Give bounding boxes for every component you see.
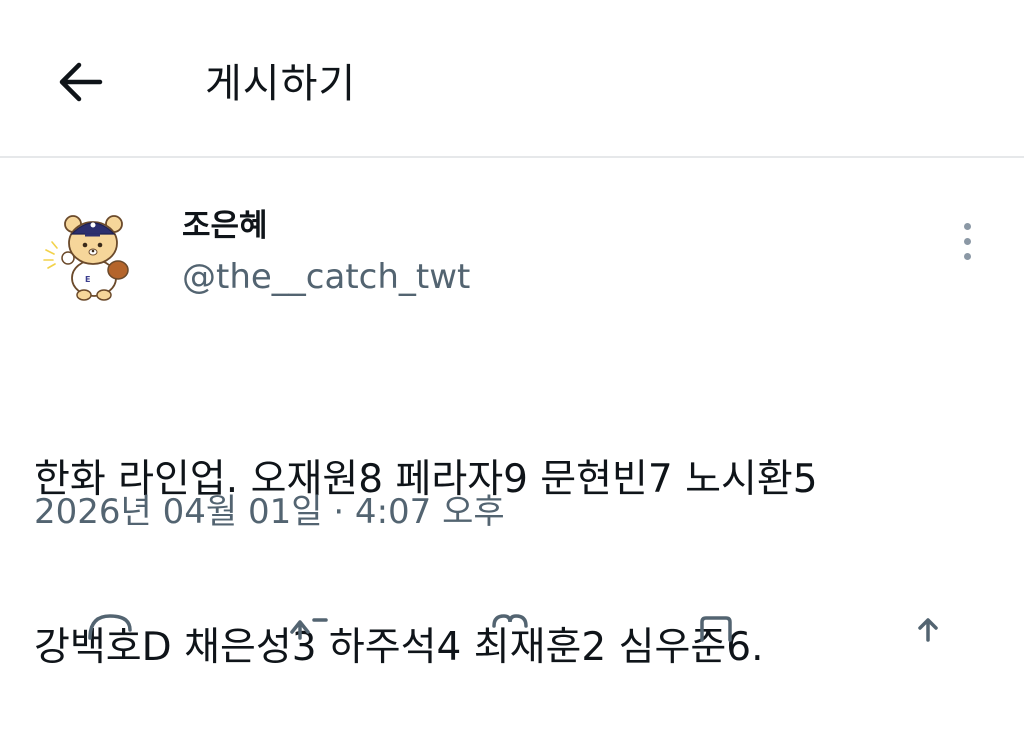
tweet-timestamp[interactable]: 2026년 04월 01일 · 4:07 오후: [34, 490, 505, 534]
retweet-icon: [290, 618, 328, 640]
share-button[interactable]: [900, 608, 960, 648]
author-name[interactable]: 조은혜: [182, 206, 268, 246]
more-dots-icon: [963, 222, 971, 230]
more-options-button[interactable]: [950, 216, 984, 266]
author-handle[interactable]: @the__catch_twt: [182, 256, 470, 298]
views-icon: [700, 616, 732, 642]
page-title: 게시하기: [205, 61, 357, 107]
back-arrow-icon: [59, 62, 103, 102]
views-button[interactable]: [690, 608, 750, 648]
svg-text:E: E: [85, 275, 90, 284]
more-dots-icon: [963, 237, 971, 245]
more-dots-icon: [963, 252, 971, 260]
tweet-text: 한화 라인업. 오재원8 페라자9 문현빈7 노시환5 강백호D 채은성3 하주…: [34, 340, 994, 732]
retweet-button[interactable]: [280, 608, 340, 648]
bear-mascot-avatar-icon: E: [43, 215, 129, 301]
reply-button[interactable]: [80, 608, 140, 648]
top-app-bar: 게시하기: [0, 0, 1024, 158]
share-icon: [918, 618, 938, 642]
like-button[interactable]: [480, 608, 540, 648]
like-icon: [492, 614, 528, 628]
action-bar: [0, 600, 1024, 642]
reply-icon: [88, 614, 132, 640]
avatar[interactable]: E: [40, 208, 140, 304]
back-button[interactable]: [48, 50, 112, 114]
